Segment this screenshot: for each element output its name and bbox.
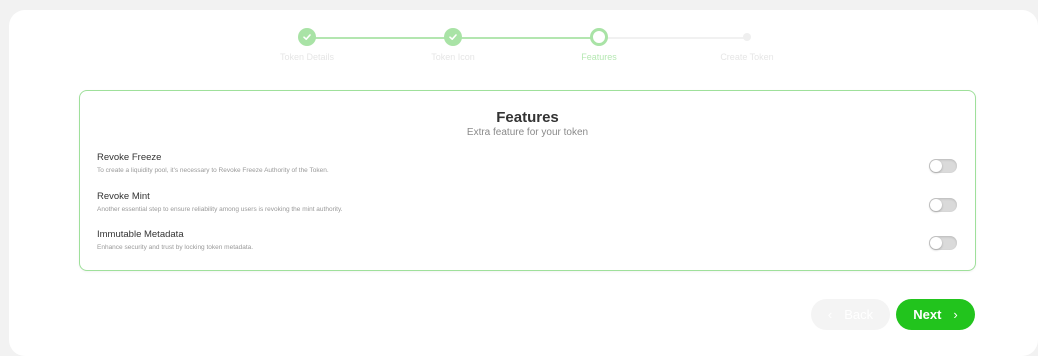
feature-row-revoke-freeze: Revoke Freeze To create a liquidity pool… <box>97 152 959 184</box>
check-icon <box>303 34 311 40</box>
feature-row-revoke-mint: Revoke Mint Another essential step to en… <box>97 191 959 223</box>
step-done-dot <box>298 28 316 46</box>
feature-name: Revoke Mint <box>97 191 150 202</box>
revoke-mint-toggle[interactable] <box>929 198 957 212</box>
check-icon <box>449 34 457 40</box>
step-create-token: Create Token <box>677 28 817 62</box>
step-token-details: Token Details <box>237 28 377 62</box>
panel-title: Features <box>496 109 559 126</box>
step-done-dot <box>444 28 462 46</box>
toggle-knob <box>930 199 942 211</box>
toggle-knob <box>930 237 942 249</box>
feature-name: Immutable Metadata <box>97 229 184 240</box>
back-button-label: Back <box>844 307 874 322</box>
step-label: Token Details <box>279 52 335 62</box>
step-current-dot <box>590 28 608 46</box>
step-features: Features <box>529 28 669 62</box>
chevron-left-icon: ‹ <box>827 307 833 322</box>
back-button[interactable]: ‹ Back <box>811 299 890 330</box>
feature-row-immutable-metadata: Immutable Metadata Enhance security and … <box>97 229 959 261</box>
progress-stepper: Token Details Token Icon Features Create… <box>0 0 1038 70</box>
step-label: Features <box>581 52 617 62</box>
revoke-freeze-toggle[interactable] <box>929 159 957 173</box>
chevron-right-icon: › <box>953 307 958 322</box>
immutable-metadata-toggle[interactable] <box>929 236 957 250</box>
feature-name: Revoke Freeze <box>97 152 162 163</box>
panel-subtitle: Extra feature for your token <box>466 127 589 138</box>
toggle-knob <box>930 160 942 172</box>
next-button[interactable]: Next › <box>896 299 975 330</box>
feature-description: To create a liquidity pool, it's necessa… <box>97 167 329 174</box>
next-button-label: Next <box>913 307 942 322</box>
features-panel: Features Extra feature for your token Re… <box>79 90 976 271</box>
feature-description: Enhance security and trust by locking to… <box>97 244 254 251</box>
step-label: Create Token <box>720 52 774 62</box>
step-todo-dot <box>743 33 751 41</box>
feature-description: Another essential step to ensure reliabi… <box>97 206 343 213</box>
step-label: Token Icon <box>431 52 475 62</box>
step-token-icon: Token Icon <box>383 28 523 62</box>
